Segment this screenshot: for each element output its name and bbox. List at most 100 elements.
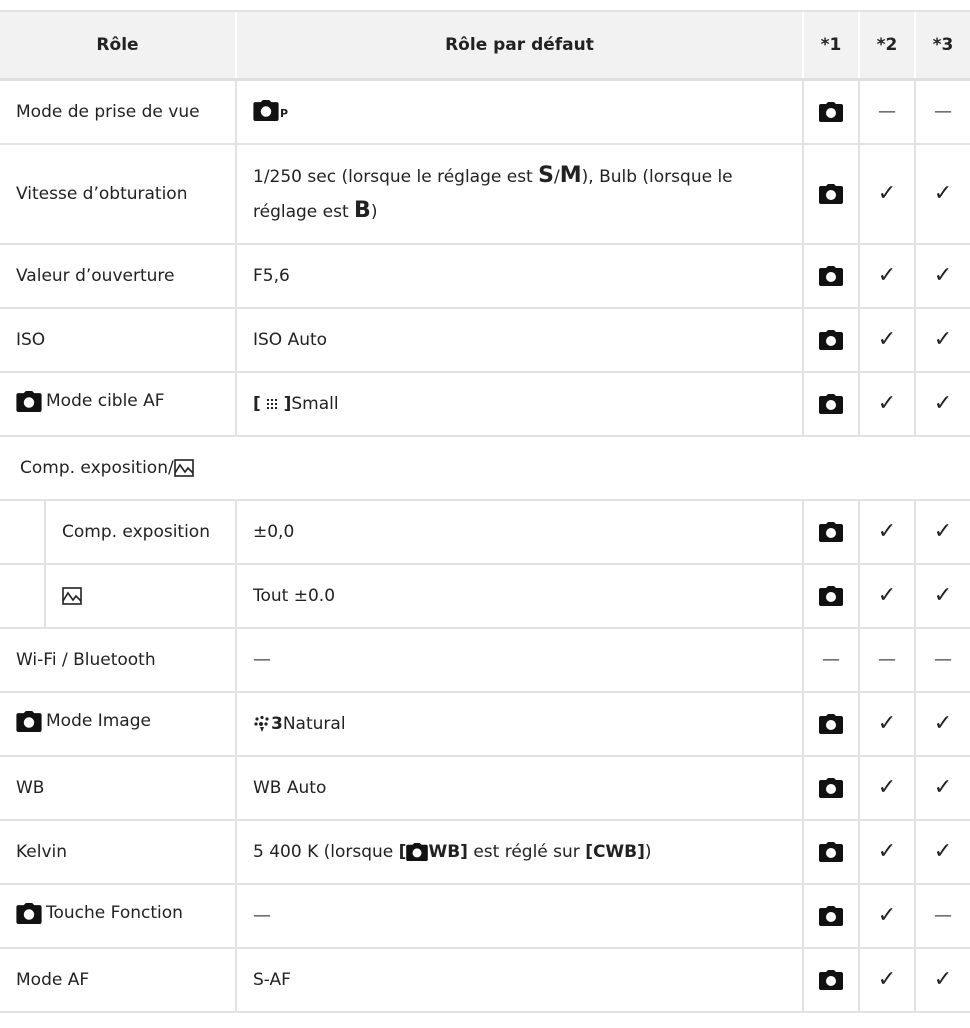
settings-table: Rôle Rôle par défaut *1 *2 *3 Mode de pr… (0, 10, 970, 1013)
row-default: 3Natural (235, 691, 803, 757)
camera-icon (819, 522, 843, 542)
mark-c2: ✓ (858, 947, 915, 1013)
row-role: WB (0, 755, 236, 821)
table-row: Mode Image 3Natural ✓ ✓ (0, 691, 970, 757)
camera-icon (16, 903, 42, 924)
header-role: Rôle (0, 10, 236, 81)
header-c2: *2 (858, 10, 915, 81)
row-role: Comp. exposition (0, 499, 236, 565)
mark-c2: — (858, 78, 915, 145)
mark-c3: ✓ (914, 499, 970, 565)
text-part: ) (644, 842, 652, 862)
picture-mode-number: 3 (271, 714, 283, 734)
mark-c2: — (858, 627, 915, 693)
highlight-shadow-icon (62, 587, 82, 605)
table-row: Tout ±0.0 ✓ ✓ (0, 563, 970, 629)
highlight-shadow-icon (173, 459, 194, 477)
table-row: ISO ISO Auto ✓ ✓ (0, 307, 970, 373)
row-default: P (235, 78, 803, 145)
target-value: Small (291, 394, 339, 414)
row-role: Kelvin (0, 819, 236, 885)
camera-icon (819, 586, 843, 606)
picture-mode-natural-icon (254, 715, 269, 732)
mark-c1 (802, 883, 859, 949)
table-row: Kelvin 5 400 K (lorsque [WB] est réglé s… (0, 819, 970, 885)
row-role: Wi-Fi / Bluetooth (0, 627, 236, 693)
camera-icon (16, 391, 42, 412)
bracket-open: [ (398, 842, 407, 862)
mark-c1 (802, 371, 859, 437)
group-label-text: Comp. exposition/ (20, 458, 174, 478)
mark-c3: ✓ (914, 307, 970, 373)
row-role-label: Mode cible AF (46, 391, 165, 412)
mark-c1 (802, 78, 859, 145)
mode-m-glyph: M (559, 163, 582, 188)
row-default: ±0,0 (235, 499, 803, 565)
mark-c2: ✓ (858, 819, 915, 885)
mark-c3: ✓ (914, 563, 970, 629)
mode-subscript: P (280, 106, 289, 120)
row-role: Mode AF (0, 947, 236, 1013)
camera-icon (253, 100, 279, 121)
text-part: est réglé sur (467, 842, 586, 862)
wb-ref: WB] (428, 842, 468, 862)
row-role: Mode Image (0, 691, 236, 757)
mark-c2: ✓ (858, 691, 915, 757)
mark-c2: ✓ (858, 563, 915, 629)
row-role: Mode cible AF (0, 371, 236, 437)
bracket-open: [ (253, 394, 261, 414)
mark-c1 (802, 563, 859, 629)
mark-c3: — (914, 78, 970, 145)
camera-icon (819, 102, 843, 122)
row-role: Valeur d’ouverture (0, 243, 236, 309)
row-default: Tout ±0.0 (235, 563, 803, 629)
camera-icon (819, 266, 843, 286)
row-role-label: Mode Image (46, 711, 151, 732)
row-role-label: Comp. exposition (62, 522, 210, 542)
table-row: Mode de prise de vue P — — (0, 78, 970, 145)
mark-c3: ✓ (914, 947, 970, 1013)
row-role-label: Touche Fonction (46, 903, 183, 924)
mark-c3: ✓ (914, 755, 970, 821)
table-row: Mode AF S-AF ✓ ✓ (0, 947, 970, 1013)
table-row: Wi-Fi / Bluetooth — — — — (0, 627, 970, 693)
table-row: WB WB Auto ✓ ✓ (0, 755, 970, 821)
mark-c2: ✓ (858, 307, 915, 373)
table-header-row: Rôle Rôle par défaut *1 *2 *3 (0, 10, 970, 81)
mark-c3: ✓ (914, 691, 970, 757)
mark-c2: ✓ (858, 143, 915, 245)
camera-icon (819, 906, 843, 926)
mode-b-glyph: B (354, 198, 371, 223)
mark-c3: — (914, 627, 970, 693)
camera-icon (16, 711, 42, 732)
header-default: Rôle par défaut (235, 10, 803, 81)
mark-c3: ✓ (914, 143, 970, 245)
camera-p-mode: P (253, 91, 288, 131)
row-role: Vitesse d’obturation (0, 143, 236, 245)
mark-c3: ✓ (914, 371, 970, 437)
camera-icon (819, 970, 843, 990)
row-role (0, 563, 236, 629)
mark-c3: — (914, 883, 970, 949)
camera-icon (819, 842, 843, 862)
mode-s-glyph: S (538, 163, 554, 188)
camera-icon (819, 394, 843, 414)
picture-mode-value: Natural (282, 714, 346, 734)
table-row: Mode cible AF [ ]Small ✓ ✓ (0, 371, 970, 437)
table-row: Comp. exposition ±0,0 ✓ ✓ (0, 499, 970, 565)
mark-c1 (802, 691, 859, 757)
cwb-ref: [CWB] (585, 842, 645, 862)
mark-c2: ✓ (858, 755, 915, 821)
header-c1: *1 (802, 10, 859, 81)
mark-c1 (802, 307, 859, 373)
row-default: 1/250 sec (lorsque le réglage est S/M), … (235, 143, 803, 245)
row-role: ISO (0, 307, 236, 373)
group-label: Comp. exposition/ (0, 435, 970, 501)
text-part: 1/250 sec (lorsque le réglage est (253, 167, 539, 187)
row-default: F5,6 (235, 243, 803, 309)
mark-c1 (802, 819, 859, 885)
row-role: Mode de prise de vue (0, 78, 236, 145)
mark-c1 (802, 243, 859, 309)
mark-c1 (802, 755, 859, 821)
mark-c2: ✓ (858, 243, 915, 309)
